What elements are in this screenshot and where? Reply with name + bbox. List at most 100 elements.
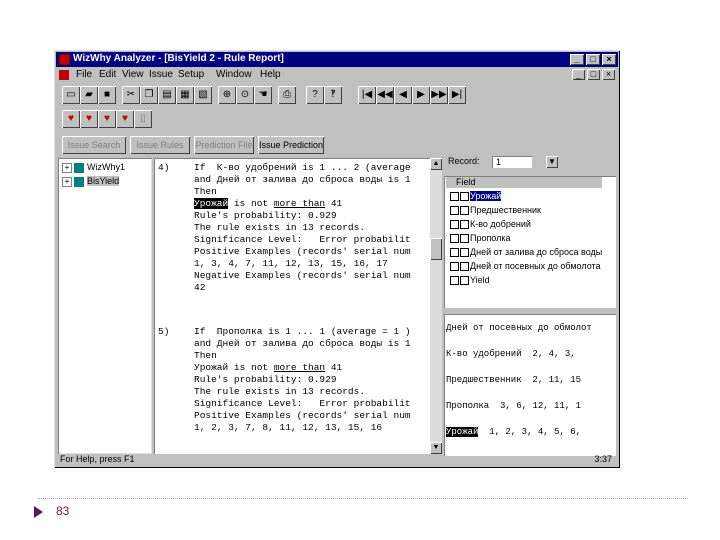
app-icon[interactable] [59,54,70,65]
project-tree: + WizWhy1 + BisYield [58,158,152,454]
tree-item[interactable]: + WizWhy1 [62,162,125,174]
rule-list-icon[interactable]: ♥ [116,110,134,128]
field-icon [450,276,459,286]
toolbar-secondary: ♥ ♥ ♥ ♥ ▯ [56,108,618,130]
rule-next-icon[interactable]: ♥ [80,110,98,128]
expand-icon[interactable]: + [62,176,72,187]
tree-item-label: BisYield [87,176,120,186]
delete-icon[interactable]: ▧ [194,86,212,104]
field-icon [450,262,459,272]
report-line: Урожай is not more than 41 [194,362,342,374]
rule-filter-icon[interactable]: ♥ [98,110,116,128]
tab-prediction-file[interactable]: Prediction File [194,136,254,154]
status-clock: 3:37 [594,454,612,464]
report-line: Rule's probability: 0.929 [194,374,337,385]
menu-window[interactable]: Window [216,69,252,80]
field-icon [450,234,459,244]
paste-icon[interactable]: ▤ [158,86,176,104]
field-item[interactable]: Предшественник [450,204,541,216]
rule-icon[interactable]: ♥ [62,110,80,128]
report-text: 41 [325,198,343,209]
report-text: is not [228,198,274,209]
field-item[interactable]: Урожай [450,190,502,202]
context-help-icon[interactable]: ‽ [324,86,342,104]
tree-item[interactable]: + BisYield [62,176,120,188]
close-button[interactable]: × [602,54,616,65]
field-list[interactable]: Field Урожай Предшественник К-во добрени… [444,176,616,308]
menu-view[interactable]: View [122,69,144,80]
hand-icon[interactable]: ☚ [254,86,272,104]
first-icon[interactable]: |◀ [358,86,376,104]
field-item[interactable]: К-во добрений [450,218,531,230]
scroll-up-icon[interactable]: ▲ [430,158,442,170]
rule-stop-icon[interactable]: ▯ [134,110,152,128]
record-pane: Record: 1 ▼ Field Урожай Предшественник … [444,154,618,456]
report-line: 42 [194,282,206,293]
field-item[interactable]: Yield [450,274,490,286]
report-line: The rule exists in 13 records. [194,222,366,233]
zoom-icon[interactable]: ⊕ [218,86,236,104]
menu-help[interactable]: Help [260,69,281,80]
report-line: Then [194,186,217,197]
record-label: Record: [448,156,480,166]
field-item[interactable]: Дней от залива до сброса воды [450,246,602,258]
rule-report[interactable]: 4) If К-во удобрений is 1 ... 2 (average… [154,158,430,454]
menu-setup[interactable]: Setup [178,69,204,80]
print-icon[interactable]: ⎙ [278,86,296,104]
new-icon[interactable]: ▭ [62,86,80,104]
field-icon [450,248,459,258]
detail-line: Дней от посевных до обмолот [446,323,592,333]
detail-line: Прополка 3, 6, 12, 11, 1 [446,401,582,411]
field-icon [460,276,469,286]
field-item[interactable]: Дней от посевных до обмолота [450,260,601,272]
title-bar[interactable]: WizWhy Analyzer - [BisYield 2 - Rule Rep… [56,52,618,67]
scroll-down-icon[interactable]: ▼ [430,442,442,454]
cut-icon[interactable]: ✂ [122,86,140,104]
report-line: 1, 3, 4, 7, 11, 12, 13, 15, 16, 17 [194,258,388,269]
doc-restore-button[interactable]: □ [587,69,600,80]
report-line: and Дней от залива до сброса воды is 1 [194,174,411,185]
doc-icon[interactable] [59,70,69,80]
next-icon[interactable]: ▶ [412,86,430,104]
field-item[interactable]: Прополка [450,232,511,244]
edit-icon[interactable]: ▦ [176,86,194,104]
field-icon [460,206,469,216]
last-icon[interactable]: ▶| [448,86,466,104]
report-line: Rule's probability: 0.929 [194,210,337,221]
record-detail[interactable]: Дней от посевных до обмолот К-во удобрен… [444,314,616,456]
tab-issue-search[interactable]: Issue Search [62,136,126,154]
folder-icon [74,176,84,187]
minimize-button[interactable]: _ [570,54,584,65]
folder-icon [74,162,84,173]
record-input[interactable]: 1 [492,156,532,168]
save-icon[interactable]: ■ [98,86,116,104]
menu-edit[interactable]: Edit [99,69,116,80]
tab-issue-rules[interactable]: Issue Rules [130,136,190,154]
tab-issue-prediction[interactable]: Issue Prediction [258,136,324,154]
open-icon[interactable]: ▰ [80,86,98,104]
footer-divider [38,498,688,499]
menu-issue[interactable]: Issue [149,69,173,80]
expand-icon[interactable]: + [62,162,72,173]
app-window: WizWhy Analyzer - [BisYield 2 - Rule Rep… [54,50,620,468]
menu-file[interactable]: File [76,69,92,80]
prev-page-icon[interactable]: ◀◀ [376,86,394,104]
report-line: If К-во удобрений is 1 ... 2 (average [194,162,411,173]
tree-item-label: WizWhy1 [87,162,125,172]
field-icon [460,234,469,244]
report-scrollbar[interactable]: ▲ ▼ [430,158,442,454]
report-line: 1, 2, 3, 7, 8, 11, 12, 13, 15, 16 [194,422,383,433]
doc-minimize-button[interactable]: _ [572,69,585,80]
maximize-button[interactable]: □ [586,54,600,65]
report-line: Positive Examples (records' serial num [194,246,411,257]
copy-icon[interactable]: ❐ [140,86,158,104]
find-icon[interactable]: ⊙ [236,86,254,104]
help-icon[interactable]: ? [306,86,324,104]
scroll-thumb[interactable] [430,238,442,260]
doc-close-button[interactable]: × [602,69,615,80]
report-line: Significance Level: Error probabilit [194,398,411,409]
field-icon [450,220,459,230]
record-dropdown-button[interactable]: ▼ [546,156,558,168]
prev-icon[interactable]: ◀ [394,86,412,104]
next-page-icon[interactable]: ▶▶ [430,86,448,104]
